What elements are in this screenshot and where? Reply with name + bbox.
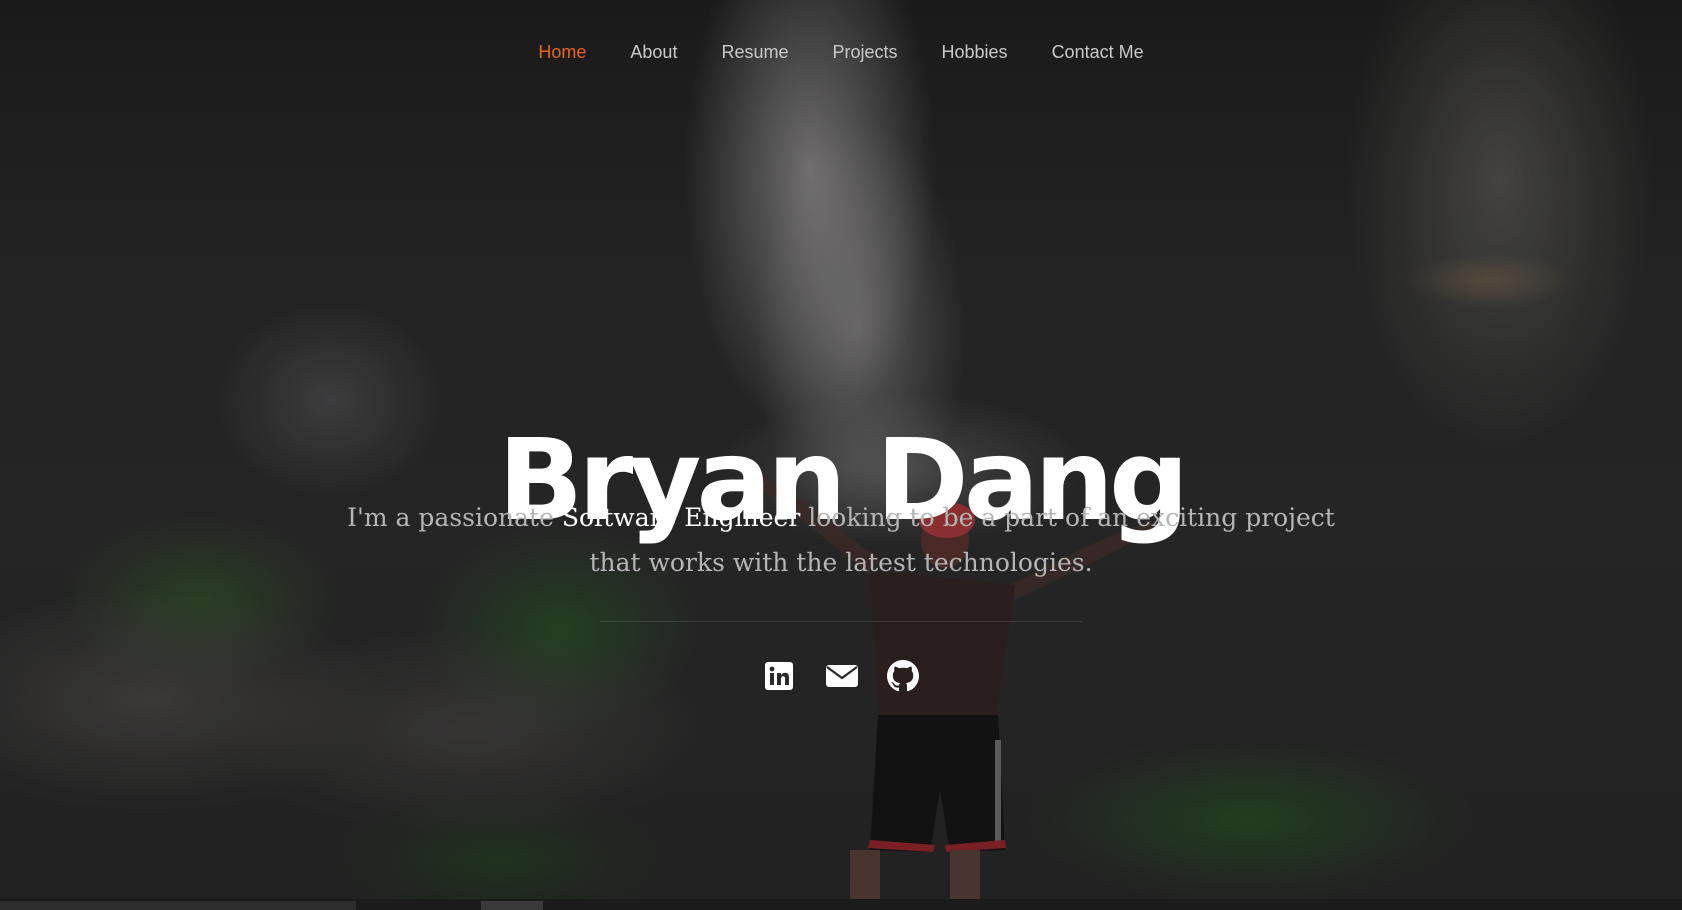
scrollbar-track-segment: [0, 901, 356, 910]
horizontal-scrollbar[interactable]: [0, 899, 1682, 910]
nav-projects-link[interactable]: Projects: [810, 38, 919, 67]
github-icon[interactable]: [887, 660, 919, 692]
linkedin-icon[interactable]: [763, 660, 795, 692]
nav-resume-link[interactable]: Resume: [699, 38, 810, 67]
nav-about-link[interactable]: About: [608, 38, 699, 67]
hero-section: Home About Resume Projects Hobbies Conta…: [0, 0, 1682, 910]
main-navigation: Home About Resume Projects Hobbies Conta…: [0, 38, 1682, 67]
tagline-text-before: I'm a passionate: [347, 503, 562, 532]
hero-tagline: I'm a passionate Software Engineer looki…: [320, 495, 1362, 585]
tagline-highlight: Software Engineer: [561, 503, 801, 532]
hero-divider: [600, 621, 1082, 622]
envelope-icon[interactable]: [825, 660, 858, 692]
nav-home-link[interactable]: Home: [516, 38, 608, 67]
scrollbar-thumb[interactable]: [481, 901, 543, 910]
nav-contact-link[interactable]: Contact Me: [1030, 38, 1166, 67]
social-links: [0, 660, 1682, 692]
nav-hobbies-link[interactable]: Hobbies: [920, 38, 1030, 67]
